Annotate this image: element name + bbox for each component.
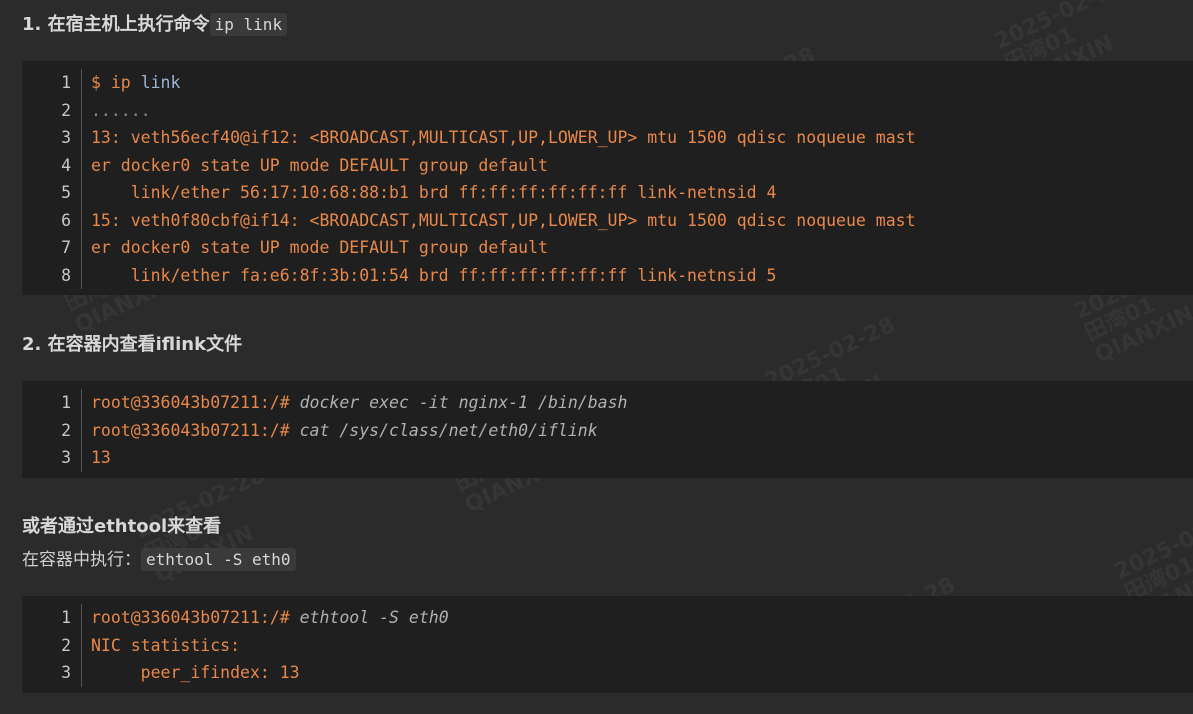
code-text: 13: veth56ecf40@if12: <BROADCAST,MULTICA… [91, 128, 916, 147]
code-text: er docker0 state UP mode DEFAULT group d… [91, 238, 548, 257]
line-number: 8 [22, 261, 82, 289]
line-number: 2 [22, 96, 82, 124]
section-heading-3: 或者通过ethtool来查看 [22, 513, 221, 541]
line-number: 5 [22, 179, 82, 207]
shell-prompt: root@336043b07211:/# [91, 420, 290, 440]
code-line: 3 13: veth56ecf40@if12: <BROADCAST,MULTI… [22, 124, 1193, 152]
code-text: 15: veth0f80cbf@if14: <BROADCAST,MULTICA… [91, 210, 916, 230]
command-text: docker exec -it nginx-1 /bin/bash [289, 393, 628, 412]
code-line: 8 link/ether fa:e6:8f:3b:01:54 brd ff:ff… [22, 261, 1193, 289]
code-block-2: 1 root@336043b07211:/# docker exec -it n… [22, 381, 1193, 478]
code-line: 3 peer_ifindex: 13 [22, 659, 1193, 687]
code-text: 13 [91, 448, 111, 467]
code-line: 1 root@336043b07211:/# ethtool -S eth0 [22, 604, 1193, 632]
line-number: 2 [22, 416, 82, 444]
line-number: 4 [22, 151, 82, 179]
paragraph-text: 在容器中执行： [22, 550, 141, 570]
code-text: link/ether 56:17:10:68:88:b1 brd ff:ff:f… [91, 183, 777, 202]
code-text: er docker0 state UP mode DEFAULT group d… [91, 155, 548, 175]
shell-prompt: root@336043b07211:/# [91, 608, 290, 627]
code-text: NIC statistics: [91, 635, 241, 655]
code-block-3: 1 root@336043b07211:/# ethtool -S eth0 2… [22, 596, 1193, 693]
heading-text: 或者通过ethtool来查看 [22, 516, 222, 537]
line-number: 3 [22, 124, 82, 152]
command-ip: ip [110, 73, 131, 92]
code-line: 4 er docker0 state UP mode DEFAULT group… [22, 151, 1193, 179]
code-text: peer_ifindex: 13 [91, 663, 300, 682]
code-line: 3 13 [22, 444, 1193, 472]
code-line: 1 root@336043b07211:/# docker exec -it n… [22, 389, 1193, 417]
shell-prompt: root@336043b07211:/# [91, 393, 290, 412]
command-link: link [140, 73, 181, 92]
line-number: 2 [22, 631, 82, 659]
code-line: 6 15: veth0f80cbf@if14: <BROADCAST,MULTI… [22, 206, 1193, 234]
code-text: link/ether fa:e6:8f:3b:01:54 brd ff:ff:f… [91, 265, 777, 285]
line-number: 3 [22, 659, 82, 687]
heading-text: 2. 在容器内查看iflink文件 [22, 334, 243, 355]
code-line: 5 link/ether 56:17:10:68:88:b1 brd ff:ff… [22, 179, 1193, 207]
line-number: 3 [22, 444, 82, 472]
code-text: ...... [91, 100, 151, 120]
code-line: 2 root@336043b07211:/# cat /sys/class/ne… [22, 416, 1193, 444]
line-number: 7 [22, 234, 82, 262]
code-line: 2 NIC statistics: [22, 631, 1193, 659]
line-number: 6 [22, 206, 82, 234]
inline-code: ip link [209, 13, 288, 36]
heading-text: 1. 在宿主机上执行命令 [22, 14, 210, 35]
section-heading-2: 2. 在容器内查看iflink文件 [22, 331, 242, 359]
shell-prompt: $ [91, 73, 101, 92]
command-text: ethtool -S eth0 [289, 608, 449, 627]
inline-code: ethtool -S eth0 [141, 548, 296, 571]
command-text: cat /sys/class/net/eth0/iflink [289, 420, 598, 440]
line-number: 1 [22, 69, 82, 97]
code-line: 1 $ ip link [22, 69, 1193, 97]
line-number: 1 [22, 604, 82, 632]
section-heading-1: 1. 在宿主机上执行命令 ip link [22, 11, 288, 39]
line-number: 1 [22, 389, 82, 417]
code-block-1: 1 $ ip link 2 ...... 3 13: veth56ecf40@i… [22, 61, 1193, 295]
code-line: 7 er docker0 state UP mode DEFAULT group… [22, 234, 1193, 262]
paragraph: 在容器中执行： ethtool -S eth0 [22, 546, 296, 574]
code-line: 2 ...... [22, 96, 1193, 124]
